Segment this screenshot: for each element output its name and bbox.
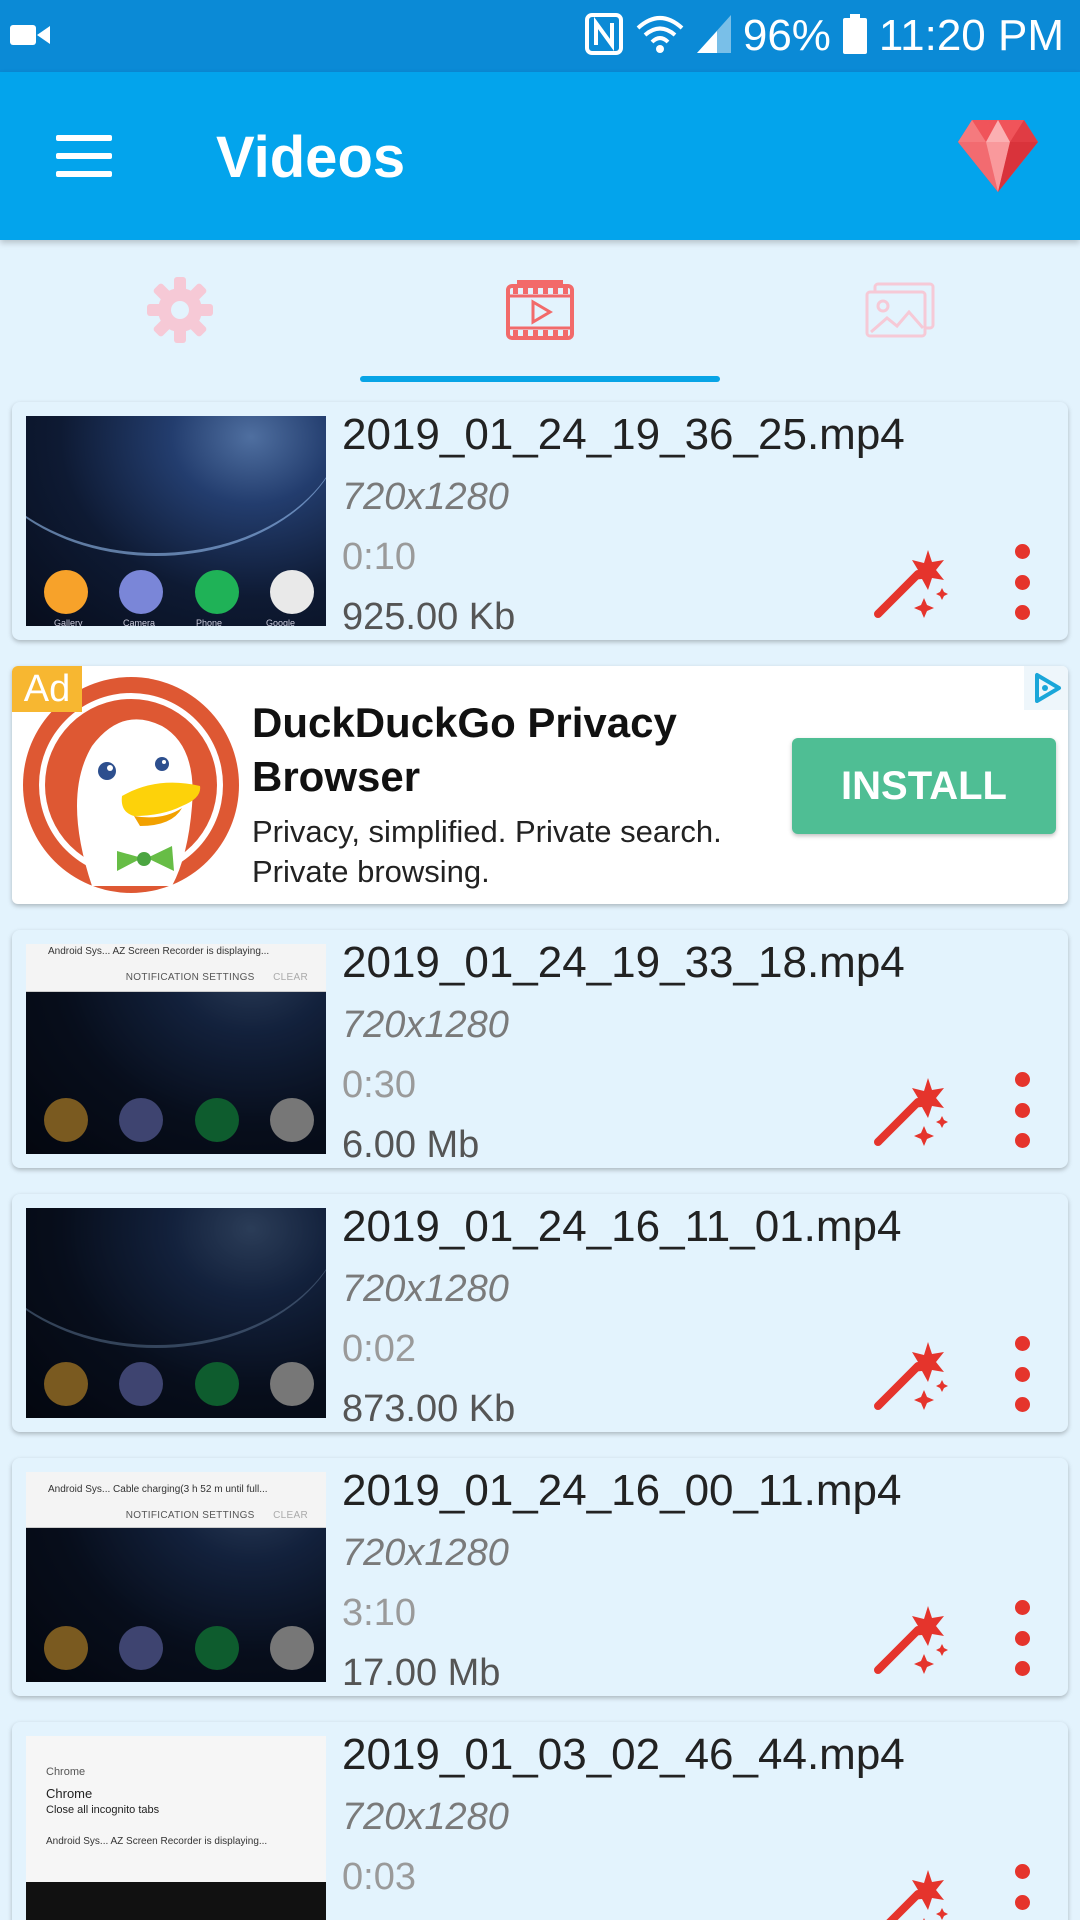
video-duration: 0:02: [342, 1328, 416, 1370]
tab-images[interactable]: [720, 240, 1080, 384]
magic-wand-icon[interactable]: [872, 1334, 952, 1414]
ruby-gem-icon[interactable]: [956, 112, 1040, 196]
video-thumbnail[interactable]: Gallery Camera Phone Google: [26, 416, 326, 626]
thumb-chrome-text: Close all incognito tabs: [46, 1804, 160, 1816]
video-resolution: 720x1280: [342, 1004, 509, 1046]
video-thumbnail[interactable]: Android Sys... Cable charging(3 h 52 m u…: [26, 1472, 326, 1682]
tab-settings[interactable]: [0, 240, 360, 384]
ad-choices-icon[interactable]: [1024, 666, 1068, 710]
video-resolution: 720x1280: [342, 1268, 509, 1310]
dock-label: Google: [266, 618, 296, 626]
app-bar: Videos: [0, 72, 1080, 240]
battery-percent: 96%: [742, 11, 831, 60]
tab-indicator: [360, 376, 720, 382]
video-thumbnail[interactable]: Chrome Chrome Close all incognito tabs A…: [26, 1736, 326, 1920]
notification-settings: NOTIFICATION SETTINGS CLEAR: [125, 1510, 308, 1521]
video-item[interactable]: Android Sys... Cable charging(3 h 52 m u…: [12, 1458, 1068, 1696]
notification-text: Android Sys... AZ Screen Recorder is dis…: [46, 1836, 268, 1847]
video-size: 873.00 Kb: [342, 1388, 516, 1430]
ad-banner[interactable]: Ad DuckDuckGo Privacy Browser Privacy, s…: [12, 666, 1068, 904]
hamburger-menu-icon[interactable]: [40, 120, 128, 192]
magic-wand-icon[interactable]: [872, 1070, 952, 1150]
image-gallery-icon: [865, 282, 935, 343]
video-duration: 0:03: [342, 1856, 416, 1898]
notification-text: Android Sys... Cable charging(3 h 52 m u…: [48, 1484, 268, 1495]
wifi-icon: [635, 14, 685, 59]
video-resolution: 720x1280: [342, 1796, 509, 1838]
dock-label: Camera: [123, 618, 156, 626]
gear-icon: [147, 276, 213, 348]
video-item[interactable]: Gallery Camera Phone Google 2019_01_24_1…: [12, 402, 1068, 640]
page-title: Videos: [216, 125, 406, 190]
more-options-icon[interactable]: [1000, 1860, 1044, 1920]
clock: 11:20 PM: [878, 11, 1064, 60]
video-duration: 3:10: [342, 1592, 416, 1634]
video-size: 17.00 Mb: [342, 1652, 501, 1694]
magic-wand-icon[interactable]: [872, 1598, 952, 1678]
dock-label: Gallery: [54, 618, 83, 626]
battery-icon: [842, 13, 867, 59]
video-thumbnail[interactable]: Android Sys... AZ Screen Recorder is dis…: [26, 944, 326, 1154]
ad-title[interactable]: DuckDuckGo Privacy Browser: [252, 696, 772, 804]
more-options-icon[interactable]: [1000, 1596, 1044, 1680]
ad-description: Privacy, simplified. Private search. Pri…: [252, 814, 722, 889]
video-duration: 0:30: [342, 1064, 416, 1106]
video-size: 925.00 Kb: [342, 596, 516, 638]
video-filename: 2019_01_24_19_33_18.mp4: [342, 938, 905, 987]
more-options-icon[interactable]: [1000, 1068, 1044, 1152]
video-resolution: 720x1280: [342, 476, 509, 518]
video-filename: 2019_01_24_16_11_01.mp4: [342, 1202, 902, 1251]
more-options-icon[interactable]: [1000, 1332, 1044, 1416]
thumb-chrome-app: Chrome: [46, 1766, 86, 1778]
video-resolution: 720x1280: [342, 1532, 509, 1574]
video-filename: 2019_01_03_02_46_44.mp4: [342, 1730, 905, 1779]
dock-label: Phone: [196, 618, 223, 626]
tab-videos[interactable]: [360, 240, 720, 384]
thumb-chrome-title: Chrome: [46, 1786, 93, 1801]
video-item[interactable]: Chrome Chrome Close all incognito tabs A…: [12, 1722, 1068, 1920]
video-film-icon: [505, 278, 575, 347]
ad-badge: Ad: [12, 666, 82, 712]
video-size: 6.00 Mb: [342, 1124, 480, 1166]
notification-settings: NOTIFICATION SETTINGS CLEAR: [125, 972, 308, 983]
magic-wand-icon[interactable]: [872, 542, 952, 622]
install-button[interactable]: INSTALL: [792, 738, 1056, 834]
video-thumbnail[interactable]: [26, 1208, 326, 1418]
magic-wand-icon[interactable]: [872, 1862, 952, 1920]
video-filename: 2019_01_24_19_36_25.mp4: [342, 410, 905, 459]
signal-icon: [696, 14, 731, 58]
status-bar: 96% 11:20 PM: [0, 0, 1080, 72]
tab-bar: [0, 240, 1080, 384]
nfc-icon: [584, 12, 623, 60]
video-camera-icon: [10, 22, 50, 53]
video-filename: 2019_01_24_16_00_11.mp4: [342, 1466, 902, 1515]
video-duration: 0:10: [342, 536, 416, 578]
video-item[interactable]: Android Sys... AZ Screen Recorder is dis…: [12, 930, 1068, 1168]
more-options-icon[interactable]: [1000, 540, 1044, 624]
video-item[interactable]: 2019_01_24_16_11_01.mp4 720x1280 0:02 87…: [12, 1194, 1068, 1432]
notification-text: Android Sys... AZ Screen Recorder is dis…: [48, 946, 270, 957]
